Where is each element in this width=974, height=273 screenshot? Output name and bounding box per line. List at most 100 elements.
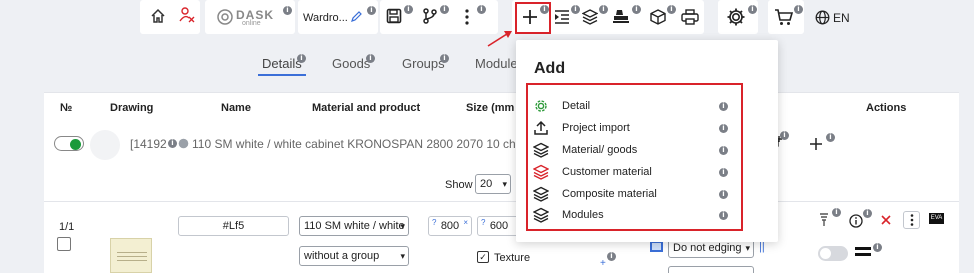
- dask-logo: DASK online: [216, 8, 282, 28]
- tab-goods[interactable]: Goods: [332, 56, 370, 71]
- active-tab-indicator: [258, 74, 306, 76]
- tab-groups[interactable]: Groups: [402, 56, 445, 71]
- info-icon[interactable]: i: [719, 102, 728, 111]
- info-icon[interactable]: i: [667, 5, 676, 14]
- layers-red-icon: [533, 164, 549, 180]
- info-circle-icon[interactable]: [849, 214, 863, 228]
- info-icon[interactable]: i: [780, 131, 789, 140]
- column-header-size: Size (mm: [466, 102, 515, 114]
- length-input[interactable]: ? 800 ×: [428, 216, 472, 236]
- language-select[interactable]: EN: [833, 11, 850, 25]
- group-avatar: [90, 130, 120, 160]
- gear-icon: [533, 98, 549, 114]
- upload-icon: [533, 120, 549, 136]
- material-select[interactable]: 110 SM white / white ▾: [299, 216, 409, 236]
- menu-item-material-goods[interactable]: Material/ goods i: [530, 141, 730, 161]
- column-header-actions: Actions: [866, 102, 907, 114]
- info-icon[interactable]: i: [719, 124, 728, 133]
- info-icon[interactable]: i: [366, 54, 375, 63]
- menu-item-composite-material[interactable]: Composite material i: [530, 185, 730, 205]
- width-input[interactable]: ? 600: [477, 216, 521, 236]
- menu-item-modules[interactable]: Modules i: [530, 206, 730, 226]
- info-icon[interactable]: i: [719, 146, 728, 155]
- info-icon[interactable]: i: [367, 6, 376, 15]
- menu-item-customer-material[interactable]: Customer material i: [530, 163, 730, 183]
- add-small-icon[interactable]: +: [600, 258, 606, 269]
- info-icon[interactable]: i: [748, 5, 757, 14]
- menu-item-project-import[interactable]: Project import i: [530, 119, 730, 139]
- menu-item-label: Detail: [562, 100, 591, 112]
- column-header-material: Material and product: [312, 102, 421, 114]
- info-icon[interactable]: i: [477, 5, 486, 14]
- edit-icon[interactable]: [350, 11, 362, 23]
- info-icon[interactable]: i: [168, 139, 177, 148]
- edging-select-bottom[interactable]: ▾: [668, 266, 754, 273]
- group-info-icon[interactable]: [178, 138, 189, 149]
- branch-icon[interactable]: [422, 8, 438, 24]
- menu-item-label: Customer material: [562, 166, 652, 178]
- info-icon[interactable]: i: [540, 5, 549, 14]
- home-icon[interactable]: [150, 8, 166, 24]
- info-icon[interactable]: i: [607, 252, 616, 261]
- toggle-knob: [70, 138, 81, 150]
- box-3d-icon[interactable]: [650, 9, 666, 25]
- show-label: Show: [445, 179, 473, 191]
- column-header-drawing: Drawing: [110, 102, 154, 114]
- layers-icon: [533, 142, 549, 158]
- info-icon[interactable]: i: [719, 190, 728, 199]
- add-icon[interactable]: [522, 9, 538, 25]
- info-icon[interactable]: i: [440, 5, 449, 14]
- info-icon[interactable]: i: [297, 54, 306, 63]
- info-icon[interactable]: i: [404, 5, 413, 14]
- info-icon[interactable]: i: [719, 168, 728, 177]
- info-icon[interactable]: i: [832, 208, 841, 217]
- eva-badge: EVA: [929, 213, 944, 224]
- layers-icon[interactable]: [582, 9, 598, 25]
- info-icon[interactable]: i: [863, 209, 872, 218]
- more-vertical-icon[interactable]: [464, 9, 470, 25]
- row-divider: [44, 201, 959, 202]
- indent-list-icon[interactable]: [554, 9, 570, 25]
- row-toggle[interactable]: [818, 246, 848, 261]
- add-row-icon[interactable]: [809, 137, 823, 151]
- menu-item-label: Composite material: [562, 188, 657, 200]
- gear-icon[interactable]: [726, 7, 746, 27]
- edge-side-icon: [650, 241, 663, 252]
- toggle-knob: [820, 248, 831, 259]
- group-id: [14192: [130, 137, 167, 151]
- group-select[interactable]: without a group ▾: [299, 246, 409, 266]
- drill-icon[interactable]: [817, 212, 831, 228]
- tab-details[interactable]: Details: [262, 56, 302, 71]
- info-icon[interactable]: i: [283, 6, 292, 15]
- menu-item-label: Material/ goods: [562, 144, 638, 156]
- info-icon[interactable]: i: [632, 5, 641, 14]
- logo-subtext: online: [242, 20, 261, 27]
- machine-icon[interactable]: [612, 8, 630, 26]
- info-icon[interactable]: i: [599, 5, 608, 14]
- project-name[interactable]: Wardro...: [303, 12, 348, 24]
- cart-icon[interactable]: [774, 8, 794, 26]
- info-icon[interactable]: i: [571, 5, 580, 14]
- info-icon[interactable]: i: [440, 54, 449, 63]
- group-toggle[interactable]: [54, 136, 84, 151]
- row-menu-button[interactable]: [903, 211, 920, 229]
- user-remove-icon[interactable]: [178, 6, 196, 24]
- texture-label: Texture: [494, 252, 531, 264]
- info-icon[interactable]: i: [719, 211, 728, 220]
- detail-name-input[interactable]: #Lf5: [178, 216, 289, 236]
- printer-icon[interactable]: [681, 9, 699, 25]
- menu-item-detail[interactable]: Detail i: [530, 97, 730, 117]
- show-select[interactable]: 20 ▾: [475, 174, 511, 194]
- info-icon[interactable]: i: [826, 133, 835, 142]
- save-icon[interactable]: [386, 8, 402, 24]
- layers-icon: [533, 207, 549, 223]
- equals-icon[interactable]: [855, 246, 871, 258]
- globe-icon[interactable]: [815, 10, 830, 25]
- info-icon[interactable]: i: [873, 243, 882, 252]
- layers-icon: [533, 186, 549, 202]
- column-header-name: Name: [221, 102, 251, 114]
- texture-checkbox[interactable]: ✓: [477, 251, 489, 263]
- info-icon[interactable]: i: [794, 5, 803, 14]
- delete-icon[interactable]: [880, 214, 892, 226]
- row-checkbox[interactable]: [57, 237, 71, 251]
